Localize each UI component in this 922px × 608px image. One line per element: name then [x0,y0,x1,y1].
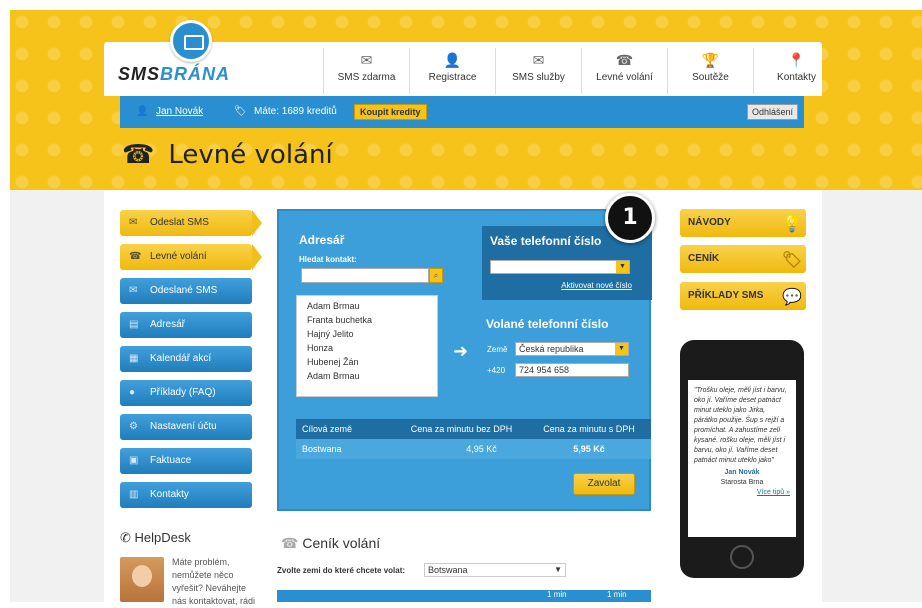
main-nav: ✉ SMS zdarma 👤 Registrace ✉ SMS služby ☎ Lev… [323,48,839,94]
quote-role: Starosta Brna [720,479,764,486]
list-item[interactable]: Adam Brmau [307,369,427,383]
quote-author: Jan Novák [724,469,760,476]
nav-kontakty[interactable]: 📍 Kontakty [753,48,839,94]
country-choose-label: Zvolte zemi do které chcete volat: [277,566,406,575]
page-title: ☎ Levné volání [122,140,333,170]
helpdesk-avatar [120,557,164,602]
envelopes-icon: ✉ [532,52,545,68]
book-icon: ▤ [129,319,139,330]
search-icon[interactable]: ⌕ [429,268,443,283]
nav-souteze[interactable]: 🏆 Soutěže [667,48,753,94]
logout-button[interactable]: Odhlášení [746,104,798,120]
sidebar-item-nastaveni[interactable]: ⚙ Nastavení účtu [120,414,252,440]
helpdesk-title: ✆ HelpDesk [120,530,191,545]
calendar-icon: ▦ [129,353,139,364]
user-name-link[interactable]: Jan Novák [156,106,203,117]
trophy-icon: 🏆 [701,52,720,68]
tag-icon: 🏷 [234,106,247,117]
cenik-country-select[interactable]: Botswana ▼ [424,563,566,577]
cenik-title: ☎ Ceník volání [281,535,381,551]
chevron-down-icon: ▼ [616,261,629,273]
call-button[interactable]: Zavolat [573,473,635,495]
nav-registrace[interactable]: 👤 Registrace [409,48,495,94]
invoice-icon: ▣ [129,455,139,466]
logo[interactable]: SMSBRÁNA [118,64,230,85]
call-panel: Adresář Hledat kontakt: ⌕ Adam Brmau Fra… [277,209,652,511]
phone-handset-icon: ✆ [120,530,135,545]
list-item[interactable]: Franta buchetka [307,313,427,327]
bulb-icon: ● [129,387,136,398]
country-label: Země [487,345,508,354]
buy-credits-button[interactable]: Koupit kredity [354,104,427,120]
people-icon: ▥ [129,489,139,500]
phone-number-input[interactable]: 724 954 658 [515,363,629,377]
tag-icon: 🏷 [781,252,802,269]
list-item[interactable]: Hubenej Žán [307,355,427,369]
list-item[interactable]: Adam Brmau [307,299,427,313]
contact-list[interactable]: Adam Brmau Franta buchetka Hajný Jelito … [296,295,438,397]
nav-sms-sluzby[interactable]: ✉ SMS služby [495,48,581,94]
contact-search-input[interactable] [301,268,429,283]
nav-levne-volani[interactable]: ☎ Levné volání [581,48,667,94]
phone-icon: ☎ [281,535,303,551]
quote-text: "Trošku oleje, měli jíst i barvu, oko jí… [694,387,787,464]
price-table: Cílová země Cena za minutu bez DPH Cena … [296,419,651,459]
sidebar-item-levne-volani[interactable]: ☎ Levné volání [120,244,262,270]
address-book-title: Adresář [299,233,345,247]
map-pin-icon: 📍 [787,52,806,68]
table-row: Bostwana 4,95 Kč 5,95 Kč [296,439,651,459]
sidebar-item-odeslat-sms[interactable]: ✉ Odeslat SMS [120,210,262,236]
phone-prefix: +420 [487,366,506,375]
called-number-title: Volané telefonní číslo [486,317,609,331]
sidebar-item-kontakty[interactable]: ▥ Kontakty [120,482,252,508]
phone-icon: ☎ [129,251,142,262]
speech-bubble-icon: 💬 [782,289,802,306]
credits-text: Máte: 1689 kreditů [254,106,337,117]
chevron-down-icon: ▼ [615,343,628,355]
sidebar-item-kalendar[interactable]: ▦ Kalendář akcí [120,346,252,372]
helpdesk-text: Máte problém, nemůžete něco vyřešit? Nev… [172,557,256,606]
bulb-icon: 💡 [782,216,802,233]
phone-icon: ☎ [615,52,634,68]
table-header-row: Cílová země Cena za minutu bez DPH Cena … [296,419,651,439]
envelope-icon: ✉ [129,285,138,296]
nav-sms-zdarma[interactable]: ✉ SMS zdarma [323,48,409,94]
phone-icon: ☎ [122,140,155,170]
sidebar: ✉ Odeslat SMS ☎ Levné volání ✉ Odeslané SMS… [120,210,262,516]
cenik-button[interactable]: CENÍK 🏷 [680,245,806,273]
priklady-sms-button[interactable]: PŘÍKLADY SMS 💬 [680,282,806,310]
your-number-select[interactable]: ▼ [490,260,630,274]
envelope-icon: ✉ [360,52,373,68]
logo-icon[interactable] [170,20,212,62]
step-badge: 1 [605,193,655,243]
cenik-table-header: 1 min 1 min [277,590,651,602]
sidebar-item-odeslane-sms[interactable]: ✉ Odeslané SMS [120,278,252,304]
user-bar: 👤 Jan Novák 🏷 Máte: 1689 kreditů Koupit … [120,96,804,128]
list-item[interactable]: Hajný Jelito [307,327,427,341]
your-number-title: Vaše telefonní číslo [490,234,602,248]
list-item[interactable]: Honza [307,341,427,355]
country-select[interactable]: Česká republika ▼ [515,342,629,356]
activate-number-link[interactable]: Aktivovat nové číslo [561,281,632,290]
sidebar-item-priklady[interactable]: ● Příklady (FAQ) [120,380,252,406]
more-tips-link[interactable]: Více tipů » [694,488,790,498]
user-icon: 👤 [136,106,149,117]
sidebar-item-faktuace[interactable]: ▣ Faktuace [120,448,252,474]
phone-home-button [730,545,754,569]
sidebar-item-adresar[interactable]: ▤ Adresář [120,312,252,338]
phone-screen: "Trošku oleje, měli jíst i barvu, oko jí… [688,380,796,537]
user-icon: 👤 [443,52,462,68]
chevron-down-icon: ▼ [554,565,562,574]
arrow-right-icon: ➜ [453,341,469,362]
search-label: Hledat kontakt: [299,255,357,264]
envelope-icon: ✉ [129,217,138,228]
gear-icon: ⚙ [129,421,138,432]
navody-button[interactable]: NÁVODY 💡 [680,209,806,237]
